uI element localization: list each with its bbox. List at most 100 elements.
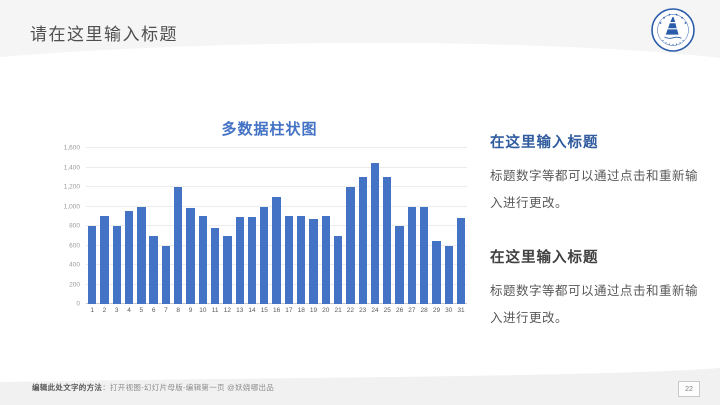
- bar-slot: [221, 148, 233, 304]
- x-tick-label: 26: [395, 307, 404, 314]
- x-tick-label: 3: [114, 307, 119, 314]
- x-tick-label: 28: [420, 307, 428, 314]
- bar: [174, 187, 183, 304]
- bar-slot: [295, 148, 307, 304]
- bar-slot: [320, 148, 332, 304]
- y-tick-label: 200: [69, 281, 80, 288]
- y-tick-label: 1,400: [63, 164, 80, 171]
- slide-canvas: 请在这里输入标题 多数据柱状图 0 200 400 600 800 1,000 …: [0, 0, 720, 405]
- chart-bars: [86, 148, 467, 304]
- bar-slot: [443, 148, 455, 304]
- bar: [210, 227, 220, 304]
- bar: [161, 245, 171, 304]
- footer-note-rest: ：打开视图-幻灯片母版-编辑第一页 @妖娆哪出品: [102, 383, 275, 392]
- x-tick-label: 18: [297, 307, 305, 314]
- bar: [149, 235, 158, 304]
- bar-slot: [332, 148, 344, 304]
- bar: [87, 226, 97, 304]
- bar: [419, 206, 429, 304]
- chart-x-axis: 1 2 3 4 5 6 7 8 9 10 11 12 13 14 15 16 17 18 19 20 21 22 23 24 2…: [86, 307, 467, 314]
- bar: [346, 187, 355, 304]
- x-tick-label: 7: [164, 307, 168, 314]
- chart-plot: [86, 147, 467, 304]
- section-heading: 在这里输入标题: [490, 250, 599, 266]
- x-tick-label: 19: [309, 307, 318, 314]
- bar-slot: [246, 148, 258, 304]
- x-tick-label: 17: [285, 307, 293, 314]
- x-tick-label: 22: [346, 307, 354, 314]
- x-tick-label: 4: [127, 307, 131, 314]
- section-body: 标题数字等都可以通过点击和重新输入进行更改。: [490, 169, 699, 210]
- x-tick-label: 23: [359, 307, 367, 314]
- x-tick-label: 13: [236, 307, 244, 314]
- bar: [235, 217, 244, 304]
- bar-slot: [209, 148, 221, 304]
- university-seal-icon: [650, 7, 696, 58]
- bar: [321, 216, 330, 304]
- bar: [100, 216, 109, 304]
- x-tick-label: 11: [211, 307, 219, 314]
- x-tick-label: 6: [151, 307, 156, 314]
- bar: [284, 216, 294, 304]
- bar: [407, 206, 417, 304]
- y-tick-label: 1,200: [63, 183, 80, 191]
- bar: [112, 226, 121, 304]
- bar: [247, 217, 257, 304]
- bar-slot: [393, 148, 405, 304]
- right-text-panel: 在这里输入标题 标题数字等都可以通过点击和重新输入进行更改。 在这里输入标题 标…: [490, 131, 708, 332]
- section-body: 标题数字等都可以通过点击和重新输入进行更改。: [490, 284, 699, 325]
- bar-slot: [135, 148, 147, 304]
- bar-slot: [258, 148, 270, 304]
- x-tick-label: 14: [248, 307, 256, 314]
- x-tick-label: 30: [445, 307, 453, 314]
- section-heading: 在这里输入标题: [490, 135, 599, 151]
- chart-title: 多数据柱状图: [221, 121, 318, 138]
- x-tick-label: 12: [223, 307, 232, 314]
- bar-slot: [111, 148, 123, 304]
- x-tick-label: 5: [139, 307, 144, 314]
- x-tick-label: 31: [457, 307, 465, 314]
- bar-slot: [283, 148, 295, 304]
- footer-note-bold: 编辑此处文字的方法: [32, 383, 103, 392]
- bar: [309, 219, 318, 304]
- bar-slot: [197, 148, 209, 304]
- x-tick-label: 20: [322, 307, 330, 314]
- x-tick-label: 29: [432, 307, 441, 314]
- text-section-1[interactable]: 在这里输入标题 标题数字等都可以通过点击和重新输入进行更改。: [490, 131, 708, 217]
- bar-slot: [418, 148, 430, 304]
- bar: [198, 216, 207, 304]
- x-tick-label: 27: [408, 307, 416, 314]
- bar: [370, 162, 380, 304]
- bar-slot: [270, 148, 282, 304]
- bar: [333, 235, 343, 304]
- x-tick-label: 24: [371, 307, 379, 314]
- bar-slot: [234, 148, 246, 304]
- bar: [444, 245, 453, 304]
- bar-slot: [147, 148, 159, 304]
- footer-note: 编辑此处文字的方法：打开视图-幻灯片母版-编辑第一页 @妖娆哪出品: [32, 382, 274, 393]
- slide-title[interactable]: 请在这里输入标题: [30, 20, 178, 45]
- x-tick-label: 16: [272, 307, 281, 314]
- bar: [137, 206, 146, 304]
- bar: [186, 208, 195, 304]
- bar-slot: [86, 148, 98, 304]
- bar-slot: [160, 148, 172, 304]
- bar: [272, 196, 281, 304]
- bar: [395, 226, 404, 304]
- x-tick-label: 8: [176, 307, 181, 314]
- y-tick-label: 800: [69, 222, 80, 230]
- chart-y-axis: 0 200 400 600 800 1,000 1,200 1,400 1,600: [52, 145, 86, 308]
- bar-slot: [123, 148, 135, 304]
- bar-slot: [406, 148, 418, 304]
- y-tick-label: 400: [69, 261, 80, 269]
- x-tick-label: 9: [188, 307, 193, 314]
- page-number-badge: 22: [678, 381, 700, 397]
- bar-slot: [455, 148, 467, 304]
- text-section-2[interactable]: 在这里输入标题 标题数字等都可以通过点击和重新输入进行更改。: [490, 246, 708, 332]
- bar-slot: [172, 148, 184, 304]
- bar: [260, 206, 269, 304]
- y-tick-label: 1,000: [63, 203, 80, 210]
- bar-slot: [184, 148, 196, 304]
- chart-area[interactable]: 多数据柱状图 0 200 400 600 800 1,000 1,200 1,400 1,600…: [52, 118, 467, 314]
- x-tick-label: 10: [199, 307, 207, 314]
